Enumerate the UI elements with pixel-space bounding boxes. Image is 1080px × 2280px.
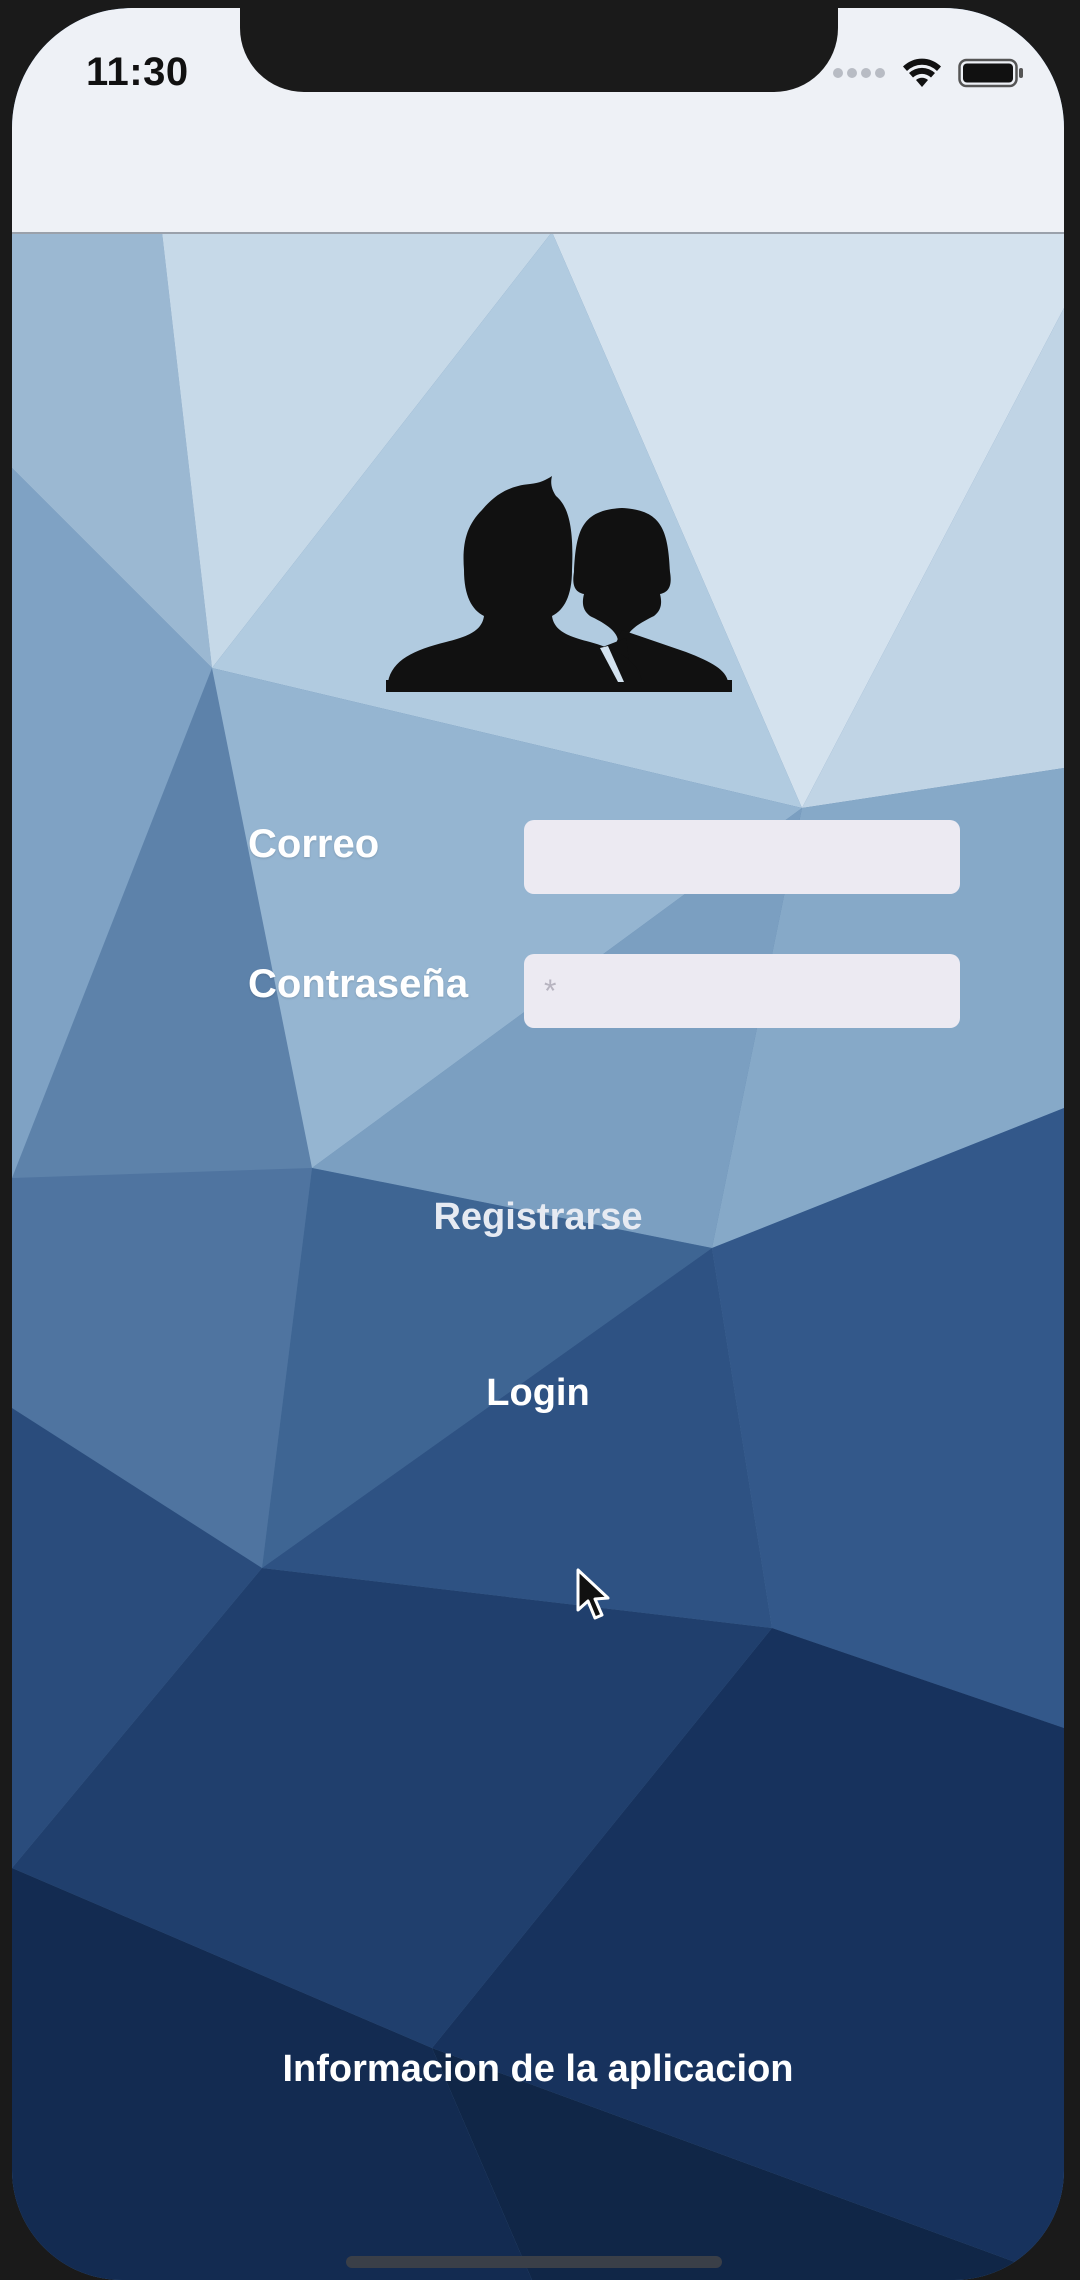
wifi-icon <box>903 58 941 87</box>
login-screen: Correo Contraseña Registrarse Login Info… <box>12 8 1064 2280</box>
email-field[interactable] <box>524 820 960 894</box>
users-icon <box>386 476 732 692</box>
status-time: 11:30 <box>86 50 189 94</box>
password-label: Contraseña <box>248 962 469 1006</box>
login-button[interactable]: Login <box>12 1372 1064 1415</box>
register-button[interactable]: Registrarse <box>12 1196 1064 1239</box>
app-info-button[interactable]: Informacion de la aplicacion <box>12 2048 1064 2091</box>
battery-icon <box>958 58 1023 88</box>
signal-icon <box>833 68 885 78</box>
device-notch <box>240 8 838 92</box>
home-indicator[interactable] <box>346 2256 722 2268</box>
email-label: Correo <box>248 822 380 866</box>
password-field[interactable] <box>524 954 960 1028</box>
phone-screen: 11:30 Correo Contraseña Registrarse Logi… <box>12 8 1064 2280</box>
status-icons <box>832 58 1024 88</box>
mouse-cursor-icon <box>576 1568 610 1620</box>
